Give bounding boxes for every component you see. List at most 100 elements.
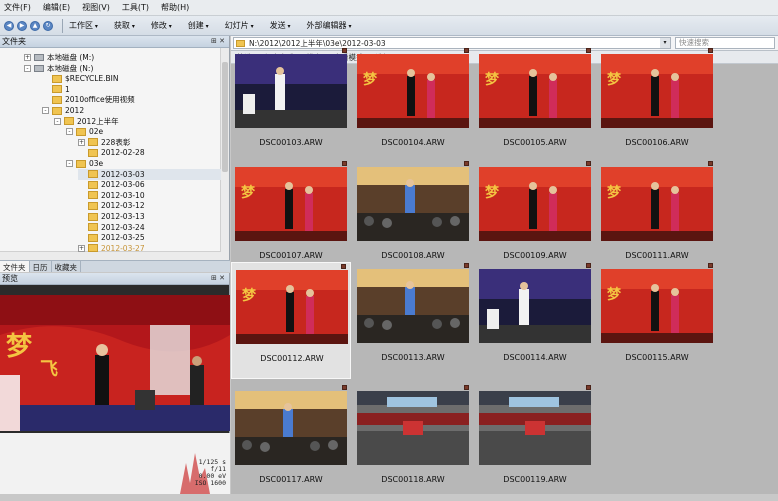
flag-icon[interactable] (464, 48, 469, 53)
expand-toggle-icon[interactable]: + (78, 138, 85, 146)
refresh-icon[interactable]: ↻ (43, 20, 53, 31)
toolbar-menu-4[interactable]: 幻灯片 (225, 20, 254, 31)
expand-toggle-icon[interactable]: + (24, 54, 31, 61)
expand-toggle-icon[interactable]: + (78, 244, 85, 252)
tab-1[interactable]: 日历 (30, 261, 52, 272)
expand-toggle-icon[interactable]: - (66, 128, 73, 136)
tab-2[interactable]: 收藏夹 (52, 261, 81, 272)
svg-text:梦: 梦 (6, 332, 33, 362)
flag-icon[interactable] (586, 263, 591, 268)
tree-vertical-scrollbar[interactable] (220, 48, 229, 260)
tab-0[interactable]: 文件夹 (0, 261, 30, 272)
thumbnail-cell[interactable]: 梦 DSC00115.ARW (597, 262, 717, 379)
tree-node[interactable]: 2010office使用视频 (42, 94, 221, 105)
tree-node-label: 本地磁盘 (N:) (47, 63, 94, 73)
thumbnail-cell[interactable]: 梦 DSC00106.ARW (597, 47, 717, 164)
menu-item[interactable]: 编辑(E) (43, 2, 70, 13)
tree-node[interactable]: 2012-03-24 (78, 222, 221, 233)
toolbar-menu-1[interactable]: 获取 (114, 20, 135, 31)
toolbar-menu-5[interactable]: 发送 (270, 20, 291, 31)
thumbnail-cell[interactable]: 梦 DSC00104.ARW (353, 47, 473, 164)
back-icon[interactable]: ◀ (4, 20, 14, 31)
svg-text:梦: 梦 (485, 71, 500, 88)
folder-icon (76, 127, 86, 136)
tree-node[interactable]: 2012-03-06 (78, 179, 221, 190)
thumbnail-cell[interactable]: 梦 DSC00111.ARW (597, 160, 717, 277)
tree-node[interactable]: - 2012上半年 (54, 116, 221, 127)
thumbnail-cell[interactable]: DSC00119.ARW (475, 384, 595, 501)
flag-icon[interactable] (342, 48, 347, 53)
thumbnail-cell[interactable]: 梦 DSC00105.ARW (475, 47, 595, 164)
expand-toggle-icon[interactable]: - (24, 64, 31, 72)
flag-icon[interactable] (586, 48, 591, 53)
tree-node[interactable]: + 本地磁盘 (M:) (24, 52, 221, 63)
thumbnail-cell[interactable]: 梦 DSC00107.ARW (231, 160, 351, 277)
thumbnail-cell[interactable]: DSC00113.ARW (353, 262, 473, 379)
flag-icon[interactable] (586, 385, 591, 390)
thumbnail-image: 梦 (235, 167, 347, 241)
menu-item[interactable]: 工具(T) (122, 2, 149, 13)
tree-node[interactable]: +228表彰 (78, 137, 221, 148)
folder-icon (88, 148, 98, 157)
tree-node[interactable]: - 2012 (42, 105, 221, 116)
flag-icon[interactable] (708, 263, 713, 268)
photo (357, 167, 469, 241)
tree-node[interactable]: 2012-03-03 (78, 168, 221, 180)
thumbnail-cell[interactable]: DSC00108.ARW (353, 160, 473, 277)
thumbnail-cell[interactable]: DSC00118.ARW (353, 384, 473, 501)
thumbnail-cell[interactable]: DSC00103.ARW (231, 47, 351, 164)
panel-pin-close-icon[interactable]: ⊞ ✕ (211, 274, 225, 282)
menu-item[interactable]: 帮助(H) (161, 2, 189, 13)
exif-info: 1/125 s f/11 0.00 eV ISO 1600 (195, 459, 226, 487)
thumbnail-cell[interactable]: DSC00117.ARW (231, 384, 351, 501)
thumbnail-filename: DSC00106.ARW (625, 138, 689, 147)
tree-node[interactable]: 2012-03-25 (78, 232, 221, 243)
tree-node[interactable]: - 03e (66, 158, 221, 169)
scrollbar-thumb[interactable] (222, 62, 228, 172)
flag-icon[interactable] (342, 161, 347, 166)
up-icon[interactable]: ▲ (30, 20, 40, 31)
tree-node[interactable]: 2012-03-10 (78, 190, 221, 201)
flag-icon[interactable] (342, 385, 347, 390)
tree-node[interactable]: +2012-03-27 (78, 243, 221, 254)
photo: 梦 (236, 270, 348, 344)
preview-photo: 梦 飞 (0, 295, 230, 431)
tree-node[interactable]: 2012-02-28 (78, 147, 221, 158)
toolbar-menu-2[interactable]: 修改 (151, 20, 172, 31)
toolbar-menu-0[interactable]: 工作区 (69, 20, 98, 31)
tree-node[interactable]: - 02e (66, 126, 221, 137)
tree-node[interactable]: $RECYCLE.BIN (42, 73, 221, 84)
flag-icon[interactable] (464, 263, 469, 268)
toolbar-menu-3[interactable]: 创建 (188, 20, 209, 31)
flag-icon[interactable] (341, 264, 346, 269)
flag-icon[interactable] (708, 161, 713, 166)
tree-node[interactable]: 2012-03-12 (78, 200, 221, 211)
tree-node[interactable]: - 本地磁盘 (N:) (24, 63, 221, 74)
thumbnail-filename: DSC00118.ARW (381, 475, 445, 484)
flag-icon[interactable] (464, 385, 469, 390)
photo: 梦 (235, 167, 347, 241)
thumbnail-cell[interactable]: 梦 DSC00109.ARW (475, 160, 595, 277)
thumbnail-cell[interactable]: 梦 DSC00112.ARW (231, 262, 351, 379)
histogram-area: 1/125 s f/11 0.00 eV ISO 1600 (0, 433, 230, 494)
flag-icon[interactable] (464, 161, 469, 166)
thumbnail-image: 梦 (357, 54, 469, 128)
expand-toggle-icon[interactable]: - (66, 160, 73, 167)
expand-toggle-icon[interactable]: - (54, 117, 61, 125)
tree-node[interactable]: 2012-03-13 (78, 211, 221, 222)
tree-node-label: 1 (65, 84, 70, 94)
photo: 梦 (601, 269, 713, 343)
panel-pin-close-icon[interactable]: ⊞ ✕ (211, 37, 225, 45)
tree-node[interactable]: 1 (42, 84, 221, 95)
expand-toggle-icon[interactable]: - (42, 107, 49, 114)
menu-item[interactable]: 文件(F) (4, 2, 31, 13)
thumbnail-filename: DSC00112.ARW (260, 354, 324, 363)
forward-icon[interactable]: ▶ (17, 20, 27, 31)
folder-icon (88, 180, 98, 189)
thumbnail-filename: DSC00115.ARW (625, 353, 689, 362)
thumbnail-cell[interactable]: DSC00114.ARW (475, 262, 595, 379)
toolbar-menu-6[interactable]: 外部编辑器 (307, 20, 352, 31)
menu-item[interactable]: 视图(V) (82, 2, 110, 13)
flag-icon[interactable] (586, 161, 591, 166)
flag-icon[interactable] (708, 48, 713, 53)
